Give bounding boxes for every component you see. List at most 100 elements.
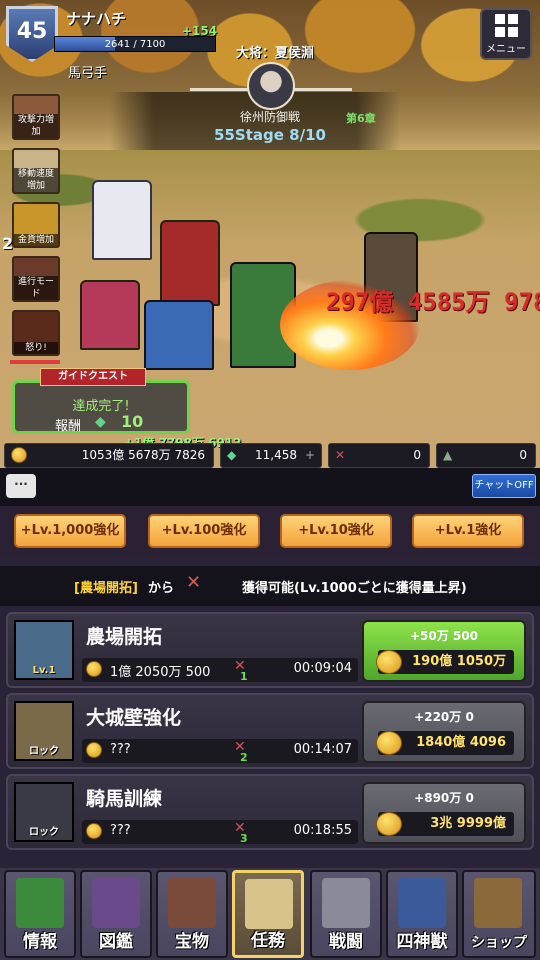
skill-rage[interactable]: 怒り! (12, 310, 60, 356)
chat-bubble-icon[interactable]: ··· (6, 474, 36, 498)
gem-icon: ◆ (227, 448, 237, 462)
task-axe-count: 2 (240, 751, 248, 764)
skill-label: 怒り! (14, 342, 58, 354)
task-name: 大城壁強化 (86, 707, 182, 729)
task-upgrade-button[interactable]: +50万 500 190億 1050万 (362, 620, 526, 682)
menu-label: メニュー (486, 43, 526, 55)
crossed-axes-icon: ✕ (186, 572, 202, 593)
player-name: ナナハチ (66, 10, 127, 28)
scroll-icon (245, 879, 293, 929)
rage-gauge (10, 360, 60, 364)
nav-label: 宝物 (175, 932, 209, 952)
crossed-axes-icon: ✕ 1 (234, 658, 248, 683)
player-level: 45 (16, 18, 48, 44)
treasure-chest-icon (474, 878, 522, 928)
task-gain: +50万 500 (410, 629, 478, 643)
horse-icon: ロック (14, 782, 74, 842)
nav-treasure[interactable]: 宝物 (156, 870, 228, 958)
gold-amount: 1053億 5678万 7826 (81, 448, 205, 462)
pickaxe-icon: Lv.1 (14, 620, 74, 680)
skill-label: 金貨増加 (14, 234, 58, 246)
nav-encyclopedia[interactable]: 図鑑 (80, 870, 152, 958)
upgrade-lv10-button[interactable]: +Lv.10強化 (280, 514, 392, 548)
helmet-resource: ▲ 0 (436, 443, 536, 468)
axe-amount: 0 (413, 448, 421, 462)
upgrade-lv1000-button[interactable]: +Lv.1,000強化 (14, 514, 126, 548)
damage-number: 297億 4585万 978 (326, 288, 540, 316)
task-name: 農場開拓 (86, 626, 163, 648)
gold-coin-icon (86, 742, 102, 758)
nav-label: 情報 (23, 932, 57, 952)
menu-button[interactable]: メニュー (480, 8, 532, 60)
chapter-label: 第6章 (346, 112, 376, 125)
exp-bar: 2641 / 7100 (54, 36, 216, 52)
info-source: [農場開拓] (74, 581, 138, 596)
nav-missions[interactable]: 任務 (232, 870, 304, 958)
banner-wing-left (190, 88, 250, 100)
quest-reward-label: 報酬 (55, 419, 82, 434)
nav-four-beasts[interactable]: 四神獣 (386, 870, 458, 958)
task-gain: +220万 0 (414, 710, 474, 724)
skill-gold-up[interactable]: 金貨増加 (12, 202, 60, 248)
task-axe-count: 1 (240, 670, 248, 683)
gold-coin-icon (376, 731, 402, 755)
task-row: Lv.1 農場開拓 1億 2050万 500 ✕ 1 00:09:04 +50万 … (6, 612, 534, 688)
task-lock-badge: ロック (29, 746, 59, 757)
task-upgrade-button[interactable]: +220万 0 1840億 4096 (362, 701, 526, 763)
axe-resource: ✕ 0 (328, 443, 430, 468)
exp-text: 2641 / 7100 (104, 39, 166, 50)
ally-archer (80, 280, 140, 350)
reward-info-banner: [農場開拓] から ✕ 獲得可能(Lv.1000ごとに獲得量上昇) (0, 566, 540, 606)
skill-count: 2 (2, 234, 14, 253)
info-description: 獲得可能(Lv.1000ごとに獲得量上昇) (242, 581, 467, 596)
nav-info[interactable]: 情報 (4, 870, 76, 958)
upgrade-lv1-button[interactable]: +Lv.1強化 (412, 514, 524, 548)
skill-label: 移動速度増加 (14, 168, 58, 192)
gold-coin-icon (376, 650, 402, 674)
task-timer: 00:09:04 (293, 661, 352, 676)
crossed-swords-icon (322, 878, 370, 928)
gold-coin-icon (11, 447, 27, 463)
stage-progress: 55Stage 8/10 (214, 126, 326, 144)
nav-battle[interactable]: 戦闘 (310, 870, 382, 958)
boss-portrait (247, 62, 295, 110)
add-gem-icon[interactable]: + (305, 444, 315, 467)
skill-advance-mode[interactable]: 進行モード (12, 256, 60, 302)
task-axe-count: 3 (240, 832, 248, 845)
crossed-axes-icon: ✕ 3 (234, 820, 248, 845)
guide-quest-title: ガイドクエスト (40, 368, 146, 386)
stage-name: 徐州防御戦 (239, 110, 300, 124)
task-income: ??? (110, 742, 131, 757)
task-timer: 00:18:55 (293, 823, 352, 838)
enemy-general-label: 大将：夏侯淵 (236, 46, 315, 61)
skill-attack-up[interactable]: 攻撃力増加 (12, 94, 60, 140)
guide-quest-panel[interactable]: 達成完了! 報酬 ◆ 10 (12, 380, 190, 434)
nav-label: ショップ (471, 935, 527, 951)
ally-soldier-red (160, 220, 220, 306)
quest-reward-value: 10 (121, 412, 144, 431)
task-gain: +890万 0 (414, 791, 474, 805)
quest-status: 達成完了! (72, 399, 130, 414)
task-upgrade-button[interactable]: +890万 0 3兆 9999億 (362, 782, 526, 844)
castle-wall-icon: ロック (14, 701, 74, 761)
skill-speed-up[interactable]: 移動速度増加 (12, 148, 60, 194)
exp-gain: +154 (182, 24, 218, 38)
grid-menu-icon (494, 13, 518, 37)
nav-label: 任務 (251, 931, 285, 951)
gem-icon: ◆ (95, 414, 106, 430)
nav-shop[interactable]: ショップ (462, 870, 536, 958)
task-stat-bar: ??? ✕ 3 00:18:55 (82, 820, 358, 845)
divine-beast-icon (398, 878, 446, 928)
chat-row: ··· チャットOFF (0, 468, 540, 506)
gold-coin-icon (86, 661, 102, 677)
task-income: ??? (110, 823, 131, 838)
task-stat-bar: 1億 2050万 500 ✕ 1 00:09:04 (82, 658, 358, 683)
nav-label: 図鑑 (99, 932, 133, 952)
task-row: ロック 騎馬訓練 ??? ✕ 3 00:18:55 +890万 0 3兆 9999… (6, 774, 534, 850)
chat-off-button[interactable]: チャットOFF (472, 474, 536, 498)
heroes-group-icon (92, 878, 140, 928)
ally-cavalry (144, 300, 214, 370)
crossed-axes-icon: ✕ 2 (234, 739, 248, 764)
upgrade-lv100-button[interactable]: +Lv.100強化 (148, 514, 260, 548)
ally-soldier-white (92, 180, 152, 260)
